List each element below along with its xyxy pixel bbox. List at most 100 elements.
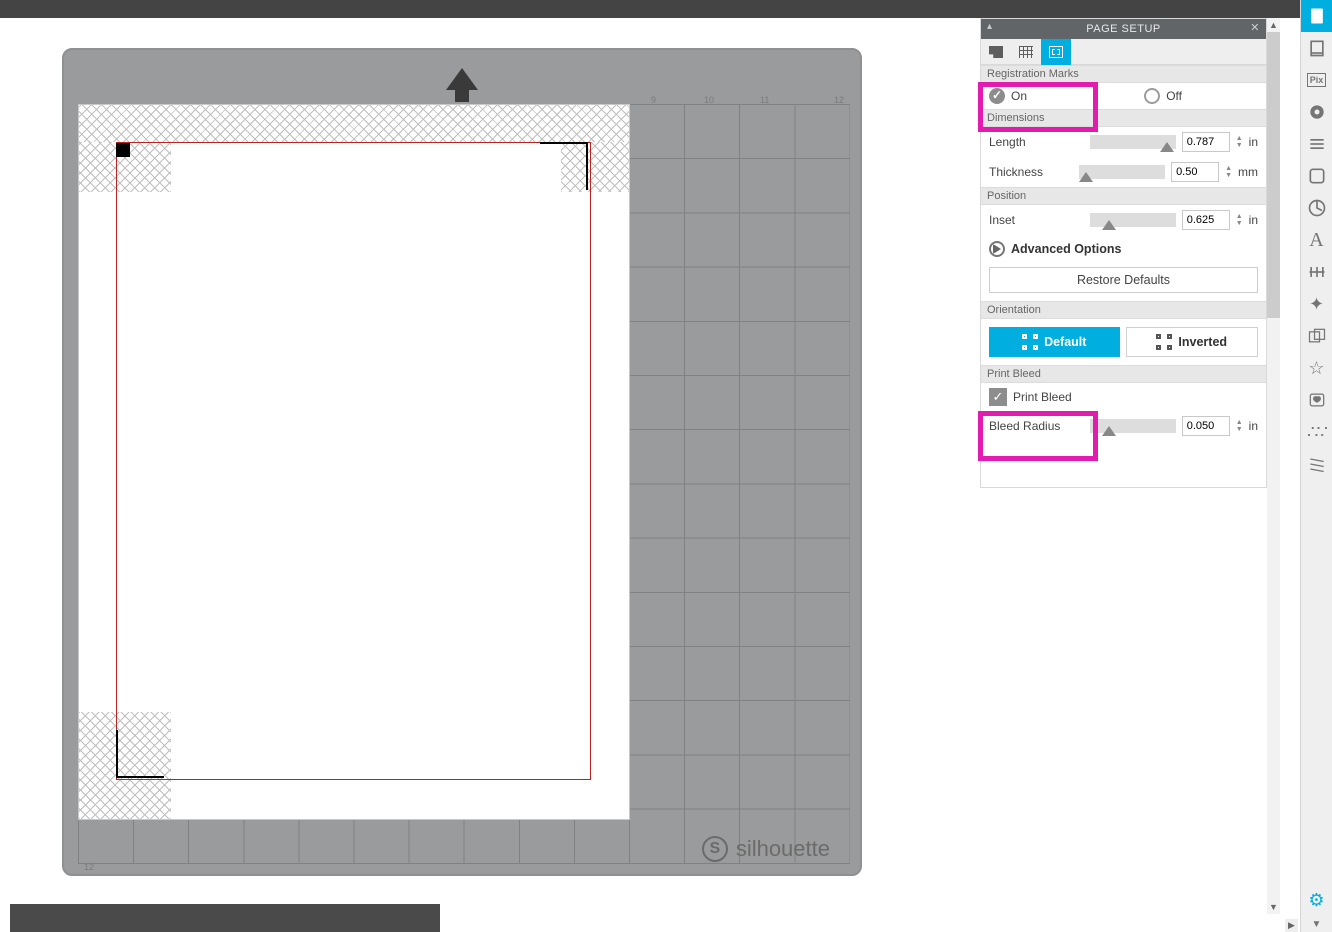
bleed-radius-stepper[interactable]: ▲▼	[1236, 419, 1243, 433]
offset-icon[interactable]	[1301, 320, 1332, 352]
fill-icon[interactable]	[1301, 96, 1332, 128]
thickness-label: Thickness	[989, 165, 1043, 179]
radio-off-label: Off	[1166, 89, 1182, 103]
page-setup-icon[interactable]	[1301, 0, 1332, 32]
ruler-mark: 12	[834, 95, 844, 105]
hscroll-right-icon[interactable]: ▶	[1285, 919, 1298, 932]
length-stepper[interactable]: ▲▼	[1236, 135, 1243, 149]
right-toolbar: Pix A ✦ ☆ ∴∵ ⚙ ▼	[1300, 0, 1332, 932]
settings-gear-icon[interactable]: ⚙	[1301, 884, 1332, 916]
orientation-default-label: Default	[1044, 335, 1086, 349]
advanced-options-toggle[interactable]: Advanced Options	[981, 235, 1266, 263]
ruler-mark: 10	[704, 95, 714, 105]
registration-mark-tr-icon	[540, 142, 588, 190]
panel-scrollbar[interactable]: ▲ ▼	[1267, 18, 1280, 914]
corners-icon	[1156, 334, 1172, 350]
thickness-slider[interactable]	[1079, 165, 1165, 179]
inset-label: Inset	[989, 213, 1015, 227]
registration-icon	[1049, 46, 1063, 58]
expand-icon	[989, 241, 1005, 257]
design-workspace[interactable]: 9 10 11 12 12 S silhouette	[0, 18, 980, 888]
inset-unit: in	[1249, 213, 1258, 227]
length-row: Length ▲▼ in	[981, 127, 1266, 157]
thickness-unit: mm	[1238, 165, 1258, 179]
heart-icon[interactable]	[1301, 384, 1332, 416]
feed-direction-arrow-icon	[446, 68, 478, 90]
bleed-radius-input[interactable]	[1182, 416, 1230, 436]
length-input[interactable]	[1182, 132, 1230, 152]
app-top-bar	[0, 0, 1332, 18]
tab-grid[interactable]	[1011, 39, 1041, 65]
print-bleed-row: ✓ Print Bleed	[981, 383, 1266, 411]
radio-off[interactable]	[1144, 88, 1160, 104]
section-orientation: Orientation	[981, 301, 1266, 319]
rhinestone-icon[interactable]: ∴∵	[1301, 416, 1332, 448]
section-position: Position	[981, 187, 1266, 205]
registration-mark-bl-icon	[116, 730, 164, 778]
transform-icon[interactable]	[1301, 192, 1332, 224]
inset-input[interactable]	[1182, 210, 1230, 230]
bleed-radius-label: Bleed Radius	[989, 419, 1060, 433]
design-page[interactable]	[78, 104, 630, 820]
brand-text: silhouette	[736, 836, 830, 862]
cutting-mat[interactable]: 9 10 11 12 12 S silhouette	[62, 48, 862, 876]
thickness-input[interactable]	[1171, 162, 1219, 182]
radio-on-label: On	[1011, 89, 1027, 103]
section-registration-marks: Registration Marks	[981, 65, 1266, 83]
advanced-options-label: Advanced Options	[1011, 242, 1121, 256]
align-icon[interactable]	[1301, 256, 1332, 288]
text-icon[interactable]: A	[1301, 224, 1332, 256]
panel-tabs	[981, 39, 1266, 65]
brand-logo-icon: S	[702, 836, 728, 862]
collapse-icon[interactable]: ▴	[987, 21, 993, 32]
scroll-down-icon[interactable]: ▼	[1301, 916, 1332, 932]
cut-boundary	[116, 142, 591, 780]
tab-page[interactable]	[981, 39, 1011, 65]
line-style-icon[interactable]	[1301, 128, 1332, 160]
inset-stepper[interactable]: ▲▼	[1236, 213, 1243, 227]
registration-mark-square-icon	[116, 143, 130, 157]
bleed-radius-row: Bleed Radius ▲▼ in	[981, 411, 1266, 441]
thickness-row: Thickness ▲▼ mm	[981, 157, 1266, 187]
status-bar	[10, 904, 440, 932]
radio-on[interactable]	[989, 88, 1005, 104]
restore-defaults-label: Restore Defaults	[1077, 273, 1170, 287]
inset-slider[interactable]	[1090, 213, 1176, 227]
brand-label: S silhouette	[702, 836, 830, 862]
tab-registration[interactable]	[1041, 39, 1071, 65]
registration-on-off-row: On Off	[981, 83, 1266, 109]
section-dimensions: Dimensions	[981, 109, 1266, 127]
panel-header: ▴ PAGE SETUP ✕	[981, 19, 1266, 39]
length-label: Length	[989, 135, 1026, 149]
pixscan-icon[interactable]: Pix	[1301, 64, 1332, 96]
sticker-icon[interactable]: ☆	[1301, 352, 1332, 384]
orientation-row: Default Inverted	[981, 319, 1266, 365]
ruler-mark: 12	[84, 862, 94, 872]
no-print-zone	[79, 105, 629, 142]
thickness-stepper[interactable]: ▲▼	[1225, 165, 1232, 179]
sketch-icon[interactable]	[1301, 448, 1332, 480]
bleed-radius-slider[interactable]	[1090, 419, 1176, 433]
orientation-inverted-label: Inverted	[1178, 335, 1227, 349]
section-print-bleed: Print Bleed	[981, 365, 1266, 383]
grid-icon	[1019, 46, 1033, 58]
print-bleed-checkbox[interactable]: ✓	[989, 388, 1007, 406]
page-setup-panel: ▴ PAGE SETUP ✕ Registration Marks On Off…	[980, 18, 1267, 488]
panel-title: PAGE SETUP	[1086, 23, 1160, 35]
ruler-mark: 9	[651, 95, 656, 105]
page-icon	[989, 46, 1003, 58]
ruler-mark: 11	[760, 95, 769, 105]
trace-icon[interactable]	[1301, 160, 1332, 192]
print-bleed-label: Print Bleed	[1013, 390, 1072, 404]
send-icon[interactable]	[1301, 32, 1332, 64]
effects-icon[interactable]: ✦	[1301, 288, 1332, 320]
restore-defaults-button[interactable]: Restore Defaults	[989, 267, 1258, 293]
orientation-default-button[interactable]: Default	[989, 327, 1120, 357]
length-unit: in	[1249, 135, 1258, 149]
corners-icon	[1022, 334, 1038, 350]
close-icon[interactable]: ✕	[1250, 21, 1260, 34]
orientation-inverted-button[interactable]: Inverted	[1126, 327, 1259, 357]
bleed-radius-unit: in	[1249, 419, 1258, 433]
inset-row: Inset ▲▼ in	[981, 205, 1266, 235]
length-slider[interactable]	[1090, 135, 1176, 149]
